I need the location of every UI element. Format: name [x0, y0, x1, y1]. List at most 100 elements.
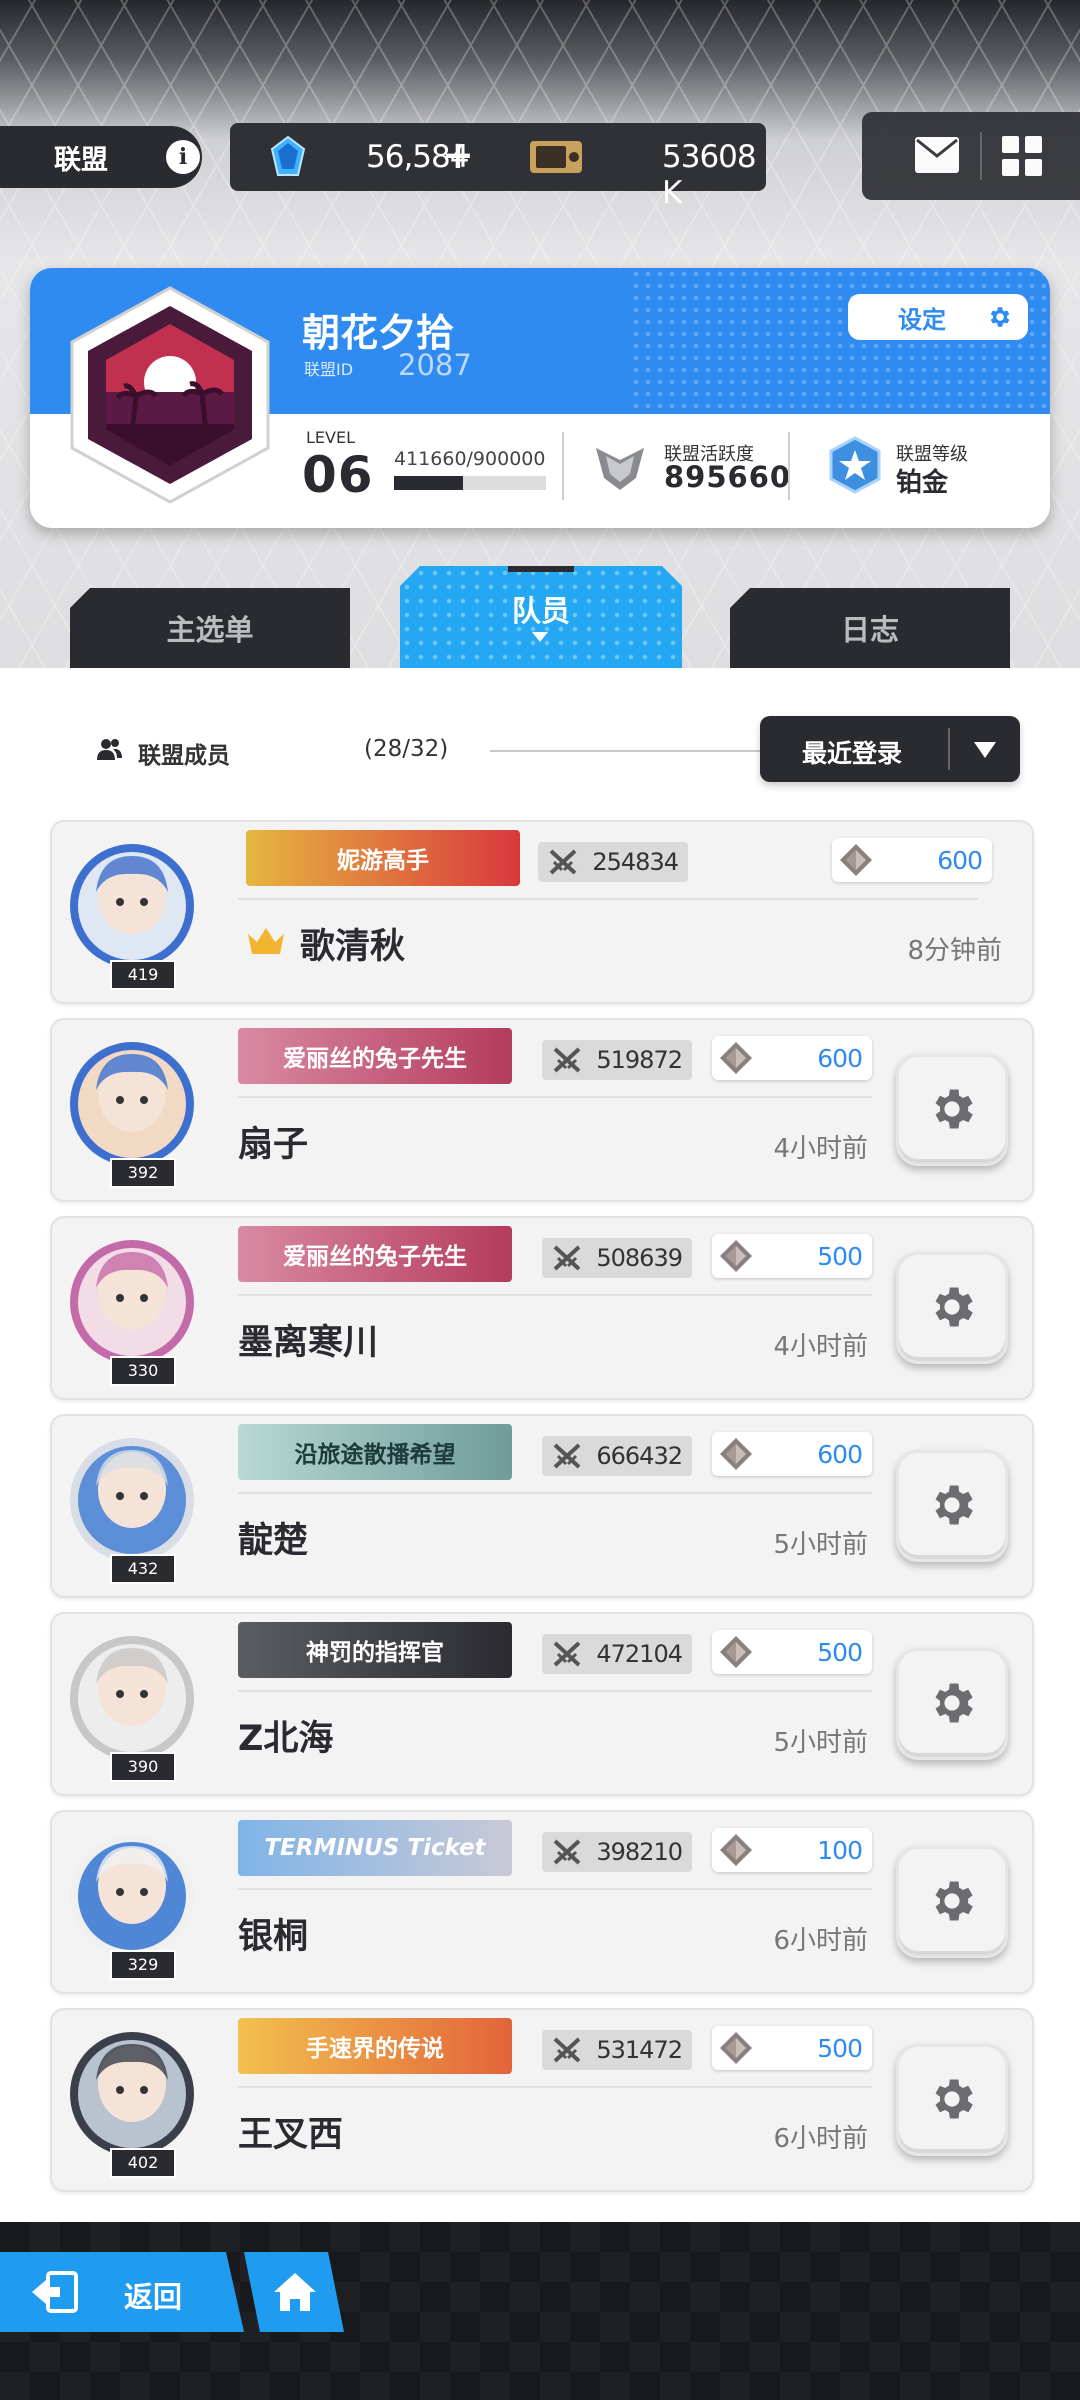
last-login-time: 4小时前: [773, 1332, 868, 1362]
combat-power: 472104: [542, 1634, 692, 1674]
member-level: 402: [110, 2148, 176, 2178]
diamond-icon: [720, 1240, 752, 1272]
title-badge: TERMINUS Ticket: [238, 1820, 512, 1876]
power-value: 254834: [592, 848, 679, 876]
tab-log-label: 日志: [840, 613, 899, 647]
title-badge: 神罚的指挥官: [238, 1622, 512, 1678]
divider: [238, 2086, 872, 2088]
member-manage-button[interactable]: [896, 1054, 1008, 1166]
member-manage-button[interactable]: [896, 1846, 1008, 1958]
member-level: 390: [110, 1752, 176, 1782]
contribution-value: 500: [817, 1242, 863, 1271]
crown-icon: [248, 928, 284, 954]
power-value: 398210: [596, 1838, 683, 1866]
members-label: 联盟成员: [138, 743, 230, 769]
member-name: Z北海: [238, 1719, 334, 1759]
grid-menu-icon[interactable]: [1002, 136, 1042, 176]
title-badge: 爱丽丝的兔子先生: [238, 1028, 512, 1084]
gear-icon: [935, 1881, 973, 1921]
last-login-time: 4小时前: [773, 1134, 868, 1164]
last-login-time: 8分钟前: [907, 936, 1002, 966]
divider: [788, 432, 790, 500]
gear-icon: [935, 2079, 973, 2119]
alliance-level: 06: [302, 446, 374, 504]
power-value: 472104: [596, 1640, 683, 1668]
contribution-value: 500: [817, 1638, 863, 1667]
diamond-icon: [840, 844, 872, 876]
rank-value: 铂金: [896, 468, 949, 498]
alliance-settings-button[interactable]: 设定: [848, 294, 1028, 340]
title-badge: 手速界的传说: [238, 2018, 512, 2074]
back-button[interactable]: 返回: [0, 2252, 244, 2332]
member-row[interactable]: 390 神罚的指挥官 472104 500 Z北海 5小时前: [50, 1612, 1034, 1796]
member-manage-button[interactable]: [896, 1450, 1008, 1562]
member-level: 330: [110, 1356, 176, 1386]
members-count: (28/32): [364, 736, 449, 762]
swords-icon: [553, 1839, 581, 1865]
alliance-tab-label: 联盟: [54, 144, 108, 176]
combat-power: 508639: [542, 1238, 692, 1278]
contribution-value: 100: [817, 1836, 863, 1865]
last-login-time: 5小时前: [773, 1530, 868, 1560]
home-button[interactable]: [244, 2252, 344, 2332]
corner-divider: [980, 132, 982, 180]
divider: [562, 432, 564, 500]
contribution: 600: [712, 1036, 872, 1080]
swords-icon: [553, 1245, 581, 1271]
last-login-time: 6小时前: [773, 1926, 868, 1956]
level-label: LEVEL: [306, 428, 355, 447]
swords-icon: [553, 1047, 581, 1073]
member-row[interactable]: 392 爱丽丝的兔子先生 519872 600 扇子 4小时前: [50, 1018, 1034, 1202]
member-manage-button[interactable]: [896, 1648, 1008, 1760]
combat-power: 666432: [542, 1436, 692, 1476]
divider: [238, 1096, 872, 1098]
last-login-time: 6小时前: [773, 2124, 868, 2154]
member-row[interactable]: 432 沿旅途散播希望 666432 600 靛楚 5小时前: [50, 1414, 1034, 1598]
divider: [238, 1294, 872, 1296]
tab-members[interactable]: 队员: [400, 566, 682, 668]
tab-log[interactable]: 日志: [730, 588, 1010, 668]
tab-main-menu[interactable]: 主选单: [70, 588, 350, 668]
gear-icon: [935, 1485, 973, 1525]
power-value: 519872: [596, 1046, 683, 1074]
title-badge: 妮游高手: [246, 830, 520, 886]
combat-power: 519872: [542, 1040, 692, 1080]
mail-icon[interactable]: [914, 136, 960, 174]
swords-icon: [553, 1641, 581, 1667]
info-icon[interactable]: i: [166, 140, 200, 174]
tab-members-label: 队员: [511, 594, 570, 628]
divider: [238, 1492, 872, 1494]
buy-gems-button[interactable]: +: [442, 133, 474, 177]
member-manage-button[interactable]: [896, 1252, 1008, 1364]
contribution-value: 500: [817, 2034, 863, 2063]
member-manage-button[interactable]: [896, 2044, 1008, 2156]
title-badge: 爱丽丝的兔子先生: [238, 1226, 512, 1282]
sort-dropdown[interactable]: 最近登录: [760, 716, 1020, 782]
member-row[interactable]: 329 TERMINUS Ticket 398210 100 银桐 6小时前: [50, 1810, 1034, 1994]
member-name: 扇子: [238, 1125, 309, 1165]
tab-notch: [508, 566, 574, 572]
contribution: 100: [712, 1828, 872, 1872]
diamond-icon: [720, 1438, 752, 1470]
diamond-icon: [720, 2032, 752, 2064]
member-row[interactable]: 330 爱丽丝的兔子先生 508639 500 墨离寒川 4小时前: [50, 1216, 1034, 1400]
diamond-icon: [720, 1636, 752, 1668]
member-level: 432: [110, 1554, 176, 1584]
diamond-icon: [720, 1834, 752, 1866]
member-row[interactable]: 402 手速界的传说 531472 500 王叉西 6小时前: [50, 2008, 1034, 2192]
member-row[interactable]: 419 妮游高手 254834 600 歌清秋 8分钟前: [50, 820, 1034, 1004]
power-value: 666432: [596, 1442, 683, 1470]
member-name: 墨离寒川: [238, 1323, 379, 1363]
caret-down-icon: [532, 632, 548, 642]
dropdown-arrow-icon: [974, 742, 996, 758]
swords-icon: [553, 2037, 581, 2063]
contribution-value: 600: [817, 1044, 863, 1073]
member-level: 392: [110, 1158, 176, 1188]
gear-icon: [935, 1287, 973, 1327]
alliance-id: 2087: [398, 348, 472, 382]
swords-icon: [553, 1443, 581, 1469]
title-badge: 沿旅途散播希望: [238, 1424, 512, 1480]
contribution-value: 600: [817, 1440, 863, 1469]
gear-icon: [990, 307, 1010, 327]
members-icon: [97, 739, 122, 760]
